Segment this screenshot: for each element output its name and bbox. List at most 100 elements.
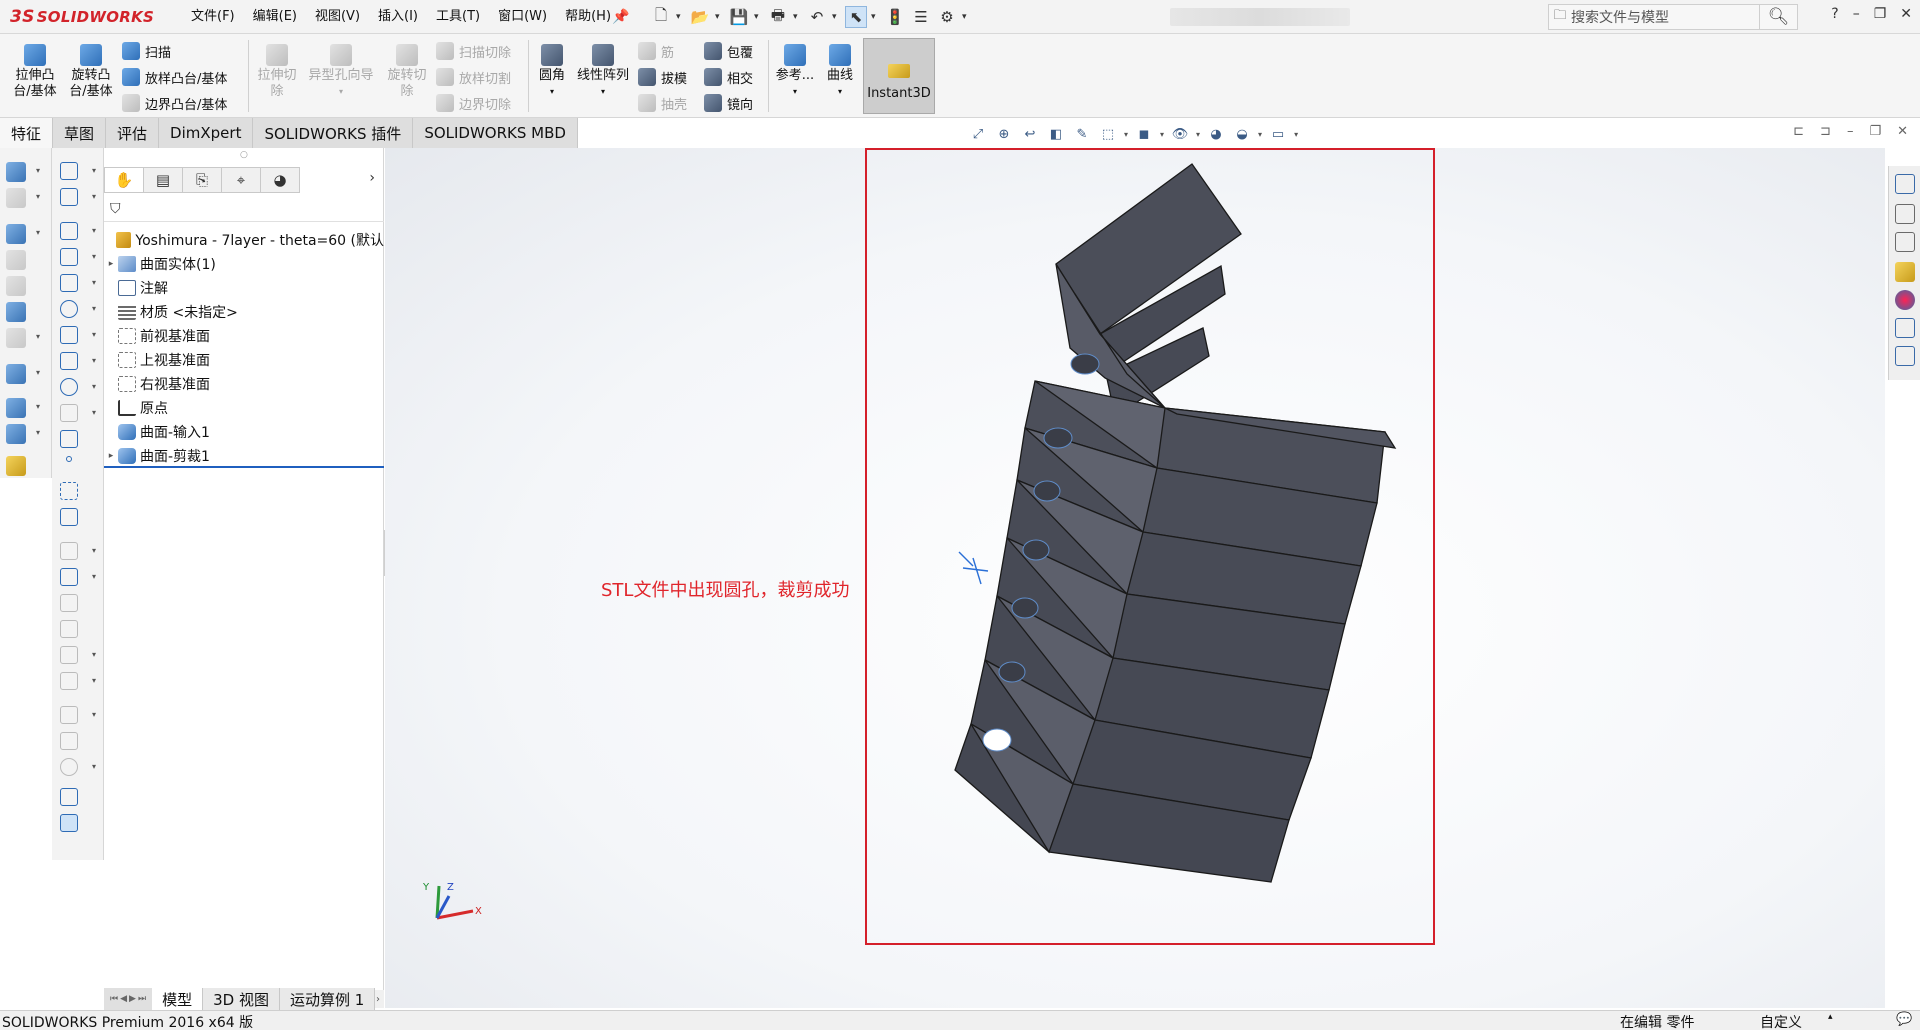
sweep-button[interactable]: 扫描	[122, 40, 171, 62]
text-icon[interactable]	[60, 508, 78, 526]
save-dropdown-icon[interactable]: ▾	[754, 12, 763, 22]
tree-item-top-plane[interactable]: 上视基准面	[104, 348, 384, 372]
linear-pattern-dropdown-icon[interactable]: ▾	[601, 84, 605, 100]
dropdown-icon[interactable]: ▾	[92, 330, 96, 339]
filter-icon[interactable]: ⛉	[110, 201, 121, 217]
menu-edit[interactable]: 编辑(E)	[244, 0, 306, 34]
sketch-shortcut-icon[interactable]	[60, 162, 78, 180]
plane-sketch-icon[interactable]	[60, 482, 78, 500]
menu-file[interactable]: 文件(F)	[182, 0, 244, 34]
first-tab-icon[interactable]: ⏮	[110, 994, 118, 1004]
solidworks-logo[interactable]: 3S SOLID WORKS	[10, 6, 154, 28]
view-settings-icon[interactable]: ▭	[1268, 124, 1288, 144]
dropdown-icon[interactable]: ▾	[36, 192, 40, 201]
dropdown-icon[interactable]: ▾	[92, 192, 96, 201]
menu-help[interactable]: 帮助(H)	[556, 0, 620, 34]
view-palette-icon[interactable]	[1895, 262, 1915, 282]
instant3d-button[interactable]: Instant3D	[863, 38, 935, 114]
tree-item-surface-bodies[interactable]: ▸ 曲面实体(1)	[104, 252, 384, 276]
scroll-right-icon[interactable]: ›	[376, 994, 380, 1005]
new-document-icon[interactable]: 🗋	[650, 6, 672, 28]
search-input[interactable]: 搜索文件与模型	[1571, 7, 1759, 27]
cut-shortcut-icon[interactable]	[6, 188, 26, 208]
print-dropdown-icon[interactable]: ▾	[793, 12, 802, 22]
sketch-fillet-icon[interactable]	[60, 404, 78, 422]
dropdown-icon[interactable]: ▾	[1196, 130, 1200, 139]
hole-wizard-dropdown-icon[interactable]: ▾	[339, 84, 343, 100]
hole-wizard-button[interactable]: 异型孔向导 ▾	[304, 38, 378, 100]
fillet-shortcut-icon[interactable]	[6, 328, 26, 348]
pin-menu-icon[interactable]: 📌	[612, 9, 629, 25]
dropdown-icon[interactable]: ▾	[36, 428, 40, 437]
convert-entities-icon[interactable]	[60, 568, 78, 586]
instant3d-shortcut-icon[interactable]	[6, 456, 26, 476]
unit-system-button[interactable]: 自定义	[1760, 1012, 1802, 1030]
draft-button[interactable]: 拔模	[638, 66, 687, 88]
dropdown-icon[interactable]: ▾	[1124, 130, 1128, 139]
open-dropdown-icon[interactable]: ▾	[715, 12, 724, 22]
options-gear-icon[interactable]: ⚙	[936, 6, 958, 28]
extrude-boss-button[interactable]: 拉伸凸 台/基体	[8, 38, 62, 100]
fillet-button[interactable]: 圆角 ▾	[532, 38, 572, 100]
linear-sketch-pattern-icon[interactable]	[60, 646, 78, 664]
search-icon[interactable]: 🔍︎	[1759, 5, 1797, 29]
dropdown-icon[interactable]: ▾	[1294, 130, 1298, 139]
instant2d-icon[interactable]	[60, 814, 78, 832]
mirror-button[interactable]: 镜向	[704, 92, 753, 114]
dropdown-icon[interactable]: ▾	[92, 382, 96, 391]
point-icon[interactable]	[66, 456, 72, 462]
dimxpertmanager-tab-icon[interactable]: ⌖	[221, 167, 261, 193]
zoom-to-area-icon[interactable]: ⊕	[994, 124, 1014, 144]
arc-icon[interactable]	[60, 326, 78, 344]
quick-snaps-icon[interactable]	[60, 758, 78, 776]
tree-filter[interactable]: ⛉	[104, 196, 384, 222]
panel-grip-icon[interactable]: ○	[240, 150, 248, 160]
propertymanager-tab-icon[interactable]: ▤	[143, 167, 183, 193]
extrude-cut-button[interactable]: 拉伸切 除	[252, 38, 302, 100]
home-icon[interactable]	[1895, 174, 1915, 194]
restore-button[interactable]: ❐	[1874, 6, 1887, 22]
dropdown-icon[interactable]: ▾	[92, 304, 96, 313]
tree-item-right-plane[interactable]: 右视基准面	[104, 372, 384, 396]
custom-properties-icon[interactable]	[1895, 318, 1915, 338]
revolve-cut-button[interactable]: 旋转切 除	[382, 38, 432, 100]
dropdown-icon[interactable]: ▾	[36, 368, 40, 377]
tree-item-surface-import[interactable]: 曲面-输入1	[104, 420, 384, 444]
polygon-icon[interactable]	[60, 430, 78, 448]
dropdown-icon[interactable]: ▾	[1160, 130, 1164, 139]
dropdown-icon[interactable]: ▾	[92, 166, 96, 175]
next-tab-icon[interactable]: ▶	[129, 994, 136, 1004]
tab-evaluate[interactable]: 评估	[106, 118, 160, 148]
close-button[interactable]: ✕	[1900, 6, 1912, 22]
smart-dimension-icon[interactable]	[60, 188, 78, 206]
zoom-to-fit-icon[interactable]: ⤢	[968, 124, 988, 144]
dropdown-icon[interactable]: ▾	[92, 710, 96, 719]
boundary-boss-button[interactable]: 边界凸台/基体	[122, 92, 227, 114]
minimize-button[interactable]: –	[1853, 6, 1860, 22]
chat-icon[interactable]: 💬	[1896, 1012, 1912, 1027]
undo-dropdown-icon[interactable]: ▾	[832, 12, 841, 22]
tree-item-material[interactable]: 材质 <未指定>	[104, 300, 384, 324]
dropdown-icon[interactable]: ▾	[92, 408, 96, 417]
featuremanager-tab-icon[interactable]: ✋	[104, 167, 144, 193]
display-style-icon[interactable]: ◼	[1134, 124, 1154, 144]
options-dropdown-icon[interactable]: ▾	[962, 12, 971, 22]
shell-button[interactable]: 抽壳	[638, 92, 687, 114]
wrap-button[interactable]: 包覆	[704, 40, 753, 62]
extrude-shortcut-icon[interactable]	[6, 162, 26, 182]
configurationmanager-tab-icon[interactable]: ⎘	[182, 167, 222, 193]
spline-icon[interactable]	[60, 352, 78, 370]
relations-icon[interactable]	[60, 706, 78, 724]
viewport-close-icon[interactable]: ✕	[1897, 124, 1908, 139]
line-icon[interactable]	[60, 222, 78, 240]
intersect-button[interactable]: 相交	[704, 66, 753, 88]
curves-dropdown-icon[interactable]: ▾	[838, 84, 842, 100]
chevron-right-icon[interactable]: ›	[369, 170, 375, 186]
dropdown-icon[interactable]: ▾	[36, 402, 40, 411]
curves-shortcut-icon[interactable]	[6, 424, 26, 444]
dropdown-icon[interactable]: ▾	[36, 332, 40, 341]
select-pointer-icon[interactable]: ⬉	[845, 6, 867, 28]
wrap-shortcut-icon[interactable]	[6, 302, 26, 322]
tree-item-front-plane[interactable]: 前视基准面	[104, 324, 384, 348]
section-view-icon[interactable]: ◧	[1046, 124, 1066, 144]
